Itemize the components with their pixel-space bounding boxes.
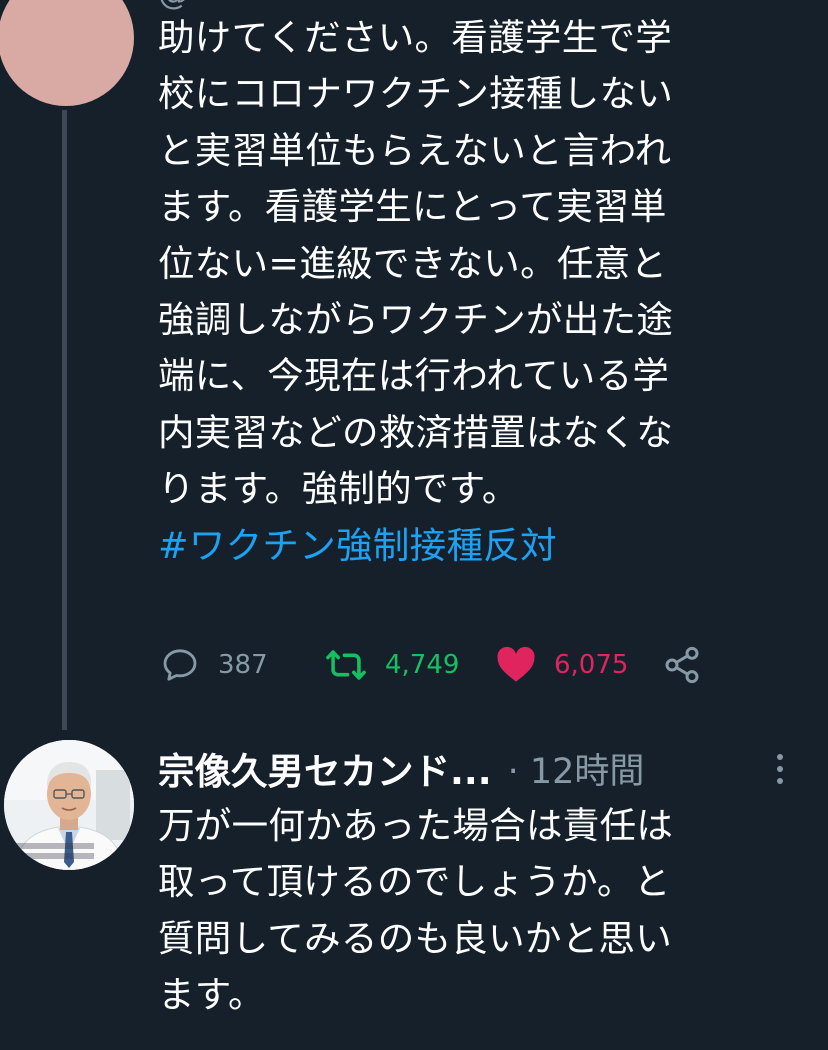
more-vertical-icon[interactable] xyxy=(770,752,790,790)
tweet-text-line: 質問してみるのも良いかと思い xyxy=(158,916,673,960)
avatar[interactable] xyxy=(4,740,134,870)
tweet-text-line: ます。看護学生にとって実習単 xyxy=(158,185,667,229)
tweet-text: 万が一何かあった場合は責任は 取って頂けるのでしょうか。と 質問してみるのも良い… xyxy=(158,798,808,1024)
like-count: 6,075 xyxy=(554,650,629,680)
twitter-thread-screen: @ 助けてください。看護学生で学 校にコロナワクチン接種しない と実習単位もらえ… xyxy=(0,0,828,1050)
tweet-text: 助けてください。看護学生で学 校にコロナワクチン接種しない と実習単位もらえない… xyxy=(158,10,808,574)
hashtag-link[interactable]: #ワクチン強制接種反対 xyxy=(158,518,808,574)
tweet-text-line: 万が一何かあった場合は責任は xyxy=(158,804,674,847)
retweet-icon xyxy=(325,645,367,685)
heart-icon xyxy=(496,646,536,684)
like-button[interactable]: 6,075 xyxy=(496,640,628,690)
tweet-text-line: ります。強制的です。 xyxy=(158,467,519,511)
tweet-text-line: 強調しながらワクチンが出た途 xyxy=(158,298,674,342)
avatar[interactable] xyxy=(0,0,134,106)
retweet-count: 4,749 xyxy=(385,650,460,680)
tweet-text-line: 位ない=進級できない。任意と xyxy=(158,241,668,285)
timestamp[interactable]: · 12時間 xyxy=(508,743,645,794)
profile-photo xyxy=(4,740,134,870)
tweet-text-line: 取って頂けるのでしょうか。と xyxy=(158,860,671,904)
tweet-text-line: ます。 xyxy=(158,973,265,1017)
tweet-text-line: 内実習などの救済措置はなくな xyxy=(158,410,674,454)
reply-count: 387 xyxy=(218,650,268,680)
reply-icon xyxy=(160,645,200,685)
tweet-text-line: 助けてください。看護学生で学 xyxy=(158,16,673,59)
display-name[interactable]: 宗像久男セカンド... xyxy=(158,742,492,795)
thread-connector-line xyxy=(62,110,67,730)
share-button[interactable] xyxy=(662,640,702,690)
tweet-actions: 387 4,749 6,075 xyxy=(160,640,720,690)
share-icon xyxy=(662,645,702,685)
tweet-text-line: 端に、今現在は行われている学 xyxy=(158,354,670,398)
retweet-button[interactable]: 4,749 xyxy=(325,640,459,690)
reply-button[interactable]: 387 xyxy=(160,640,268,690)
tweet-header: 宗像久男セカンド... · 12時間 xyxy=(158,740,808,796)
tweet-text-line: と実習単位もらえないと言われ xyxy=(158,128,672,172)
tweet-text-line: 校にコロナワクチン接種しない xyxy=(158,72,674,116)
